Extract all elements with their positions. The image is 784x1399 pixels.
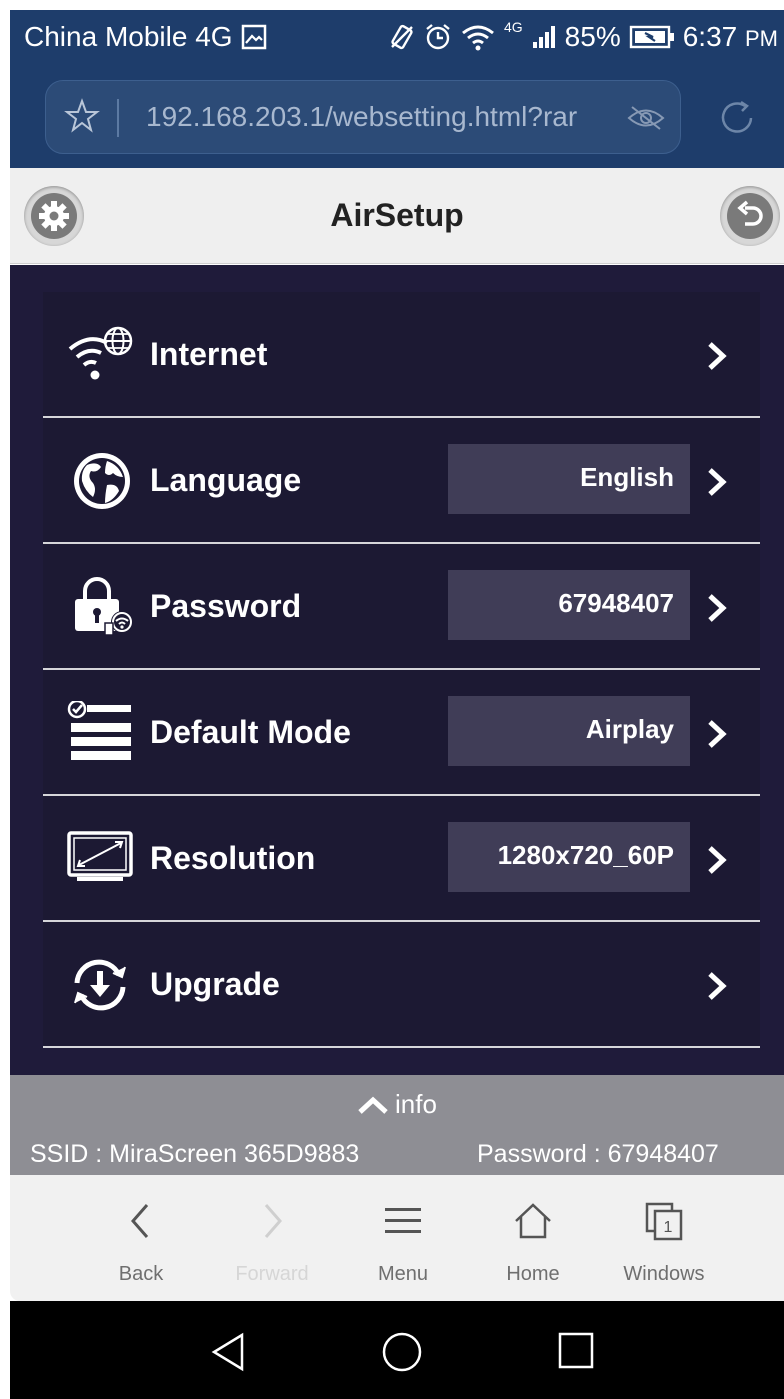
battery-percent: 85% [564,21,621,52]
chevron-left-icon [131,1204,149,1238]
chevron-right-icon [708,594,727,622]
language-value[interactable]: English [448,444,690,514]
status-bar: China Mobile 4G 4G 85% 6:37 PM [10,10,784,68]
incognito-eye-icon[interactable] [626,99,666,137]
system-nav-bar [10,1301,784,1399]
chevron-right-icon [708,720,727,748]
gallery-icon [241,24,266,50]
wifi-password-text: Password : 67948407 [477,1140,719,1168]
chevron-right-icon [708,972,727,1000]
back-label: Back [118,1263,164,1285]
page-title: AirSetup [330,197,464,233]
chevron-right-icon [264,1204,282,1238]
home-label: Home [506,1263,560,1285]
chevron-up-icon [358,1096,388,1114]
windows-count: 1 [664,1219,673,1236]
menu-label: Menu [377,1263,429,1285]
reload-icon[interactable] [715,96,759,140]
address-text[interactable]: 192.168.203.1/websetting.html?rar [146,101,577,133]
checklist-icon [67,701,131,760]
wifi-icon [462,25,494,51]
clock: 6:37 PM [683,21,778,53]
info-toggle-label: info [395,1089,437,1119]
undo-icon [737,200,763,226]
browser-toolbar: Back Forward Menu Home 1 Windows [10,1175,784,1301]
menu-row-password[interactable]: Password 67948407 [43,544,760,670]
default-mode-value[interactable]: Airplay [448,696,690,766]
menu-row-upgrade[interactable]: Upgrade [43,922,760,1048]
default-mode-label: Default Mode [150,714,351,750]
return-button-face [727,193,773,239]
menu-row-language[interactable]: Language English [43,418,760,544]
hamburger-icon [385,1208,421,1233]
info-panel: info SSID : MiraScreen 365D9883 Password… [10,1075,784,1175]
forward-label: Forward [235,1263,309,1285]
menu-row-resolution[interactable]: Resolution 1280x720_60P [43,796,760,922]
chevron-right-icon [708,342,727,370]
network-type-label: 4G [503,19,523,35]
address-divider [117,99,119,137]
app-header: AirSetup [10,168,784,264]
nav-back-icon[interactable] [208,1331,248,1373]
password-label: Password [150,588,302,624]
bookmark-star-icon[interactable] [64,98,100,134]
status-right-group: 4G 85% 6:37 PM [388,19,778,53]
carrier-group: China Mobile 4G [24,21,267,53]
wifi-globe-icon [68,326,133,380]
resolution-value[interactable]: 1280x720_60P [448,822,690,892]
upgrade-sync-icon [74,959,126,1011]
settings-menu: Internet Language English Password 67948… [43,292,760,1048]
nav-home-icon[interactable] [381,1331,423,1373]
menu-row-internet[interactable]: Internet [43,292,760,418]
return-button[interactable] [720,186,780,246]
address-field[interactable]: 192.168.203.1/websetting.html?rar [45,80,681,154]
resolution-label: Resolution [150,840,316,876]
clock-time: 6:37 [682,21,738,52]
settings-panel: Internet Language English Password 67948… [10,265,784,1075]
info-toggle[interactable]: info [10,1089,784,1120]
lock-wifi-icon [75,577,133,636]
nav-recents-icon[interactable] [557,1331,595,1371]
carrier-name: China Mobile 4G [24,21,233,52]
chevron-right-icon [708,468,727,496]
back-button[interactable]: Back [86,1175,196,1301]
chevron-right-icon [708,846,727,874]
battery-icon [629,25,674,49]
forward-button[interactable]: Forward [217,1175,327,1301]
signal-icon [532,26,555,48]
language-label: Language [150,462,302,498]
upgrade-label: Upgrade [150,966,280,1002]
globe-icon [74,453,130,509]
internet-label: Internet [150,336,268,372]
windows-icon: 1 [645,1202,683,1241]
monitor-icon [67,831,133,881]
phone-screen: China Mobile 4G 4G 85% 6:37 PM 192.168.2… [0,0,784,1399]
windows-label: Windows [623,1263,705,1285]
menu-button[interactable]: Menu [348,1175,458,1301]
alarm-icon [426,24,450,50]
home-button[interactable]: Home [478,1175,588,1301]
clock-ampm: PM [745,26,778,51]
windows-button[interactable]: 1 Windows [609,1175,719,1301]
url-bar: 192.168.203.1/websetting.html?rar [10,68,784,168]
password-value[interactable]: 67948407 [448,570,690,640]
home-icon [515,1203,551,1239]
ssid-text: SSID : MiraScreen 365D9883 [30,1140,360,1168]
vibrate-icon [391,24,413,50]
menu-row-default-mode[interactable]: Default Mode Airplay [43,670,760,796]
